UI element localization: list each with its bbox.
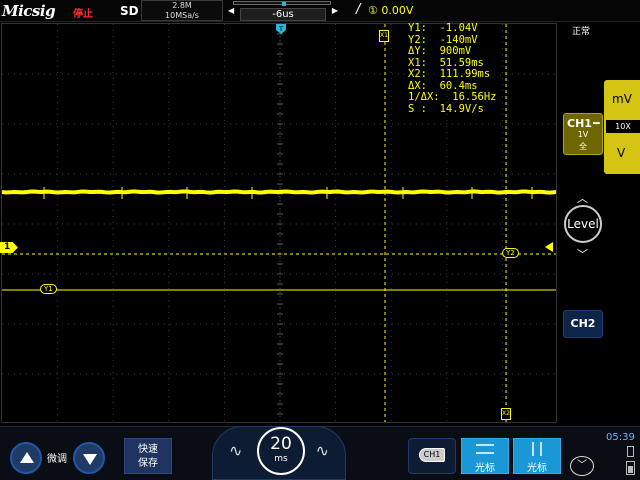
level-button[interactable]: Level bbox=[564, 205, 602, 243]
ch2-button[interactable]: CH2 bbox=[563, 310, 603, 338]
memory-depth: 2.8M bbox=[172, 1, 192, 10]
scale-unit-mv-button[interactable]: mV bbox=[612, 92, 632, 106]
collapse-menu-button[interactable]: ﹀ bbox=[570, 456, 594, 476]
vertical-scale-control[interactable]: mV 10X V bbox=[604, 80, 640, 174]
time-offset-value[interactable]: -6us bbox=[240, 8, 326, 21]
ch1-coupling-icon: ━ bbox=[593, 117, 600, 130]
horizontal-cursor-label: 光标 bbox=[475, 463, 495, 474]
time-offset-control[interactable]: ◀ -6us ▶ bbox=[228, 1, 338, 21]
arrow-down-icon bbox=[83, 454, 97, 465]
readout-x2: X2: 111.99ms bbox=[408, 68, 491, 80]
trigger-level-marker[interactable] bbox=[545, 242, 553, 252]
top-status-bar: Micsig 停止 SD 2.8M 10MSa/s ◀ -6us ▶ / ① 0… bbox=[0, 0, 640, 22]
vertical-cursor-label: 光标 bbox=[527, 463, 547, 474]
trigger-mode[interactable]: 正常 bbox=[572, 24, 590, 37]
chevron-left-icon[interactable]: ◀ bbox=[228, 6, 234, 15]
arrow-up-icon bbox=[20, 452, 34, 463]
trigger-rising-edge-icon[interactable]: / bbox=[356, 2, 360, 17]
quick-save-button[interactable]: 快速 保存 bbox=[124, 438, 172, 474]
horizontal-cursor-icon bbox=[476, 444, 494, 454]
cursor-source-label: CH1 bbox=[419, 448, 445, 462]
run-stop-status[interactable]: 停止 bbox=[73, 5, 93, 20]
ch1-name: CH1 bbox=[567, 117, 592, 130]
trigger-level-knob[interactable]: ︿ Level ﹀ bbox=[563, 190, 603, 262]
horizontal-cursor-button[interactable]: 光标 bbox=[461, 438, 509, 474]
vertical-cursor-button[interactable]: 光标 bbox=[513, 438, 561, 474]
cursor-readout: Y1: -1.04V Y2: -140mV ΔY: 900mV X1: 51.59ms… bbox=[408, 22, 497, 115]
cursor-x2-tag[interactable]: X2 bbox=[501, 408, 511, 420]
cursor-y1-tag[interactable]: Y1 bbox=[40, 284, 57, 294]
cursor-x1-tag[interactable]: X1 bbox=[379, 30, 389, 42]
vertical-cursor-icon bbox=[532, 442, 542, 456]
ch1-bandwidth: 全 bbox=[579, 142, 587, 151]
timebase-control[interactable]: ∿ 20 ms ∿ bbox=[212, 426, 346, 480]
memory-position-bar[interactable] bbox=[233, 1, 331, 6]
timebase-value: 20 bbox=[270, 434, 292, 454]
fine-adjust-up-button[interactable] bbox=[10, 442, 42, 474]
cursor-y2-tag[interactable]: Y2 bbox=[502, 248, 519, 258]
waveform-left-icon[interactable]: ∿ bbox=[229, 441, 242, 460]
readout-slope: S : 14.9V/s bbox=[408, 102, 484, 115]
readout-dy: ΔY: 900mV bbox=[408, 45, 472, 57]
ch1-scale: 1V bbox=[577, 130, 589, 139]
chevron-right-icon[interactable]: ▶ bbox=[332, 6, 338, 15]
battery-icon bbox=[626, 461, 635, 475]
acquisition-mode[interactable]: SD bbox=[120, 4, 139, 18]
fine-adjust-down-button[interactable] bbox=[73, 442, 105, 474]
quick-save-label-1: 快速 bbox=[138, 444, 158, 455]
scale-unit-v-button[interactable]: V bbox=[617, 146, 625, 160]
timebase-unit: ms bbox=[274, 454, 288, 464]
usb-icon bbox=[627, 446, 634, 457]
ch1-trace bbox=[2, 189, 556, 195]
quick-save-label-2: 保存 bbox=[138, 458, 158, 469]
probe-ratio[interactable]: 10X bbox=[606, 120, 640, 133]
chevron-up-icon[interactable]: ︿ bbox=[577, 190, 588, 206]
ch1-button[interactable]: CH1 ━ 1V 全 bbox=[563, 113, 603, 155]
trigger-info[interactable]: ① 0.00V bbox=[368, 4, 413, 17]
clock: 05:39 bbox=[606, 432, 635, 443]
trigger-level-value: 0.00V bbox=[381, 4, 414, 17]
memory-sample-rate-box[interactable]: 2.8M 10MSa/s bbox=[141, 0, 223, 21]
trigger-source-icon: ① bbox=[368, 4, 378, 17]
fine-adjust-label: 微调 bbox=[47, 454, 67, 465]
sample-rate: 10MSa/s bbox=[165, 11, 199, 20]
brand-logo: Micsig bbox=[2, 2, 56, 20]
memory-position-marker bbox=[282, 2, 286, 6]
waveform-right-icon[interactable]: ∿ bbox=[316, 441, 329, 460]
chevron-down-icon[interactable]: ﹀ bbox=[577, 246, 588, 262]
cursor-source-button[interactable]: CH1 bbox=[408, 438, 456, 474]
readout-y1: Y1: -1.04V bbox=[408, 22, 478, 34]
readout-inv-dx: 1/ΔX: 16.56Hz bbox=[408, 91, 497, 103]
timebase-knob[interactable]: 20 ms bbox=[257, 427, 305, 475]
